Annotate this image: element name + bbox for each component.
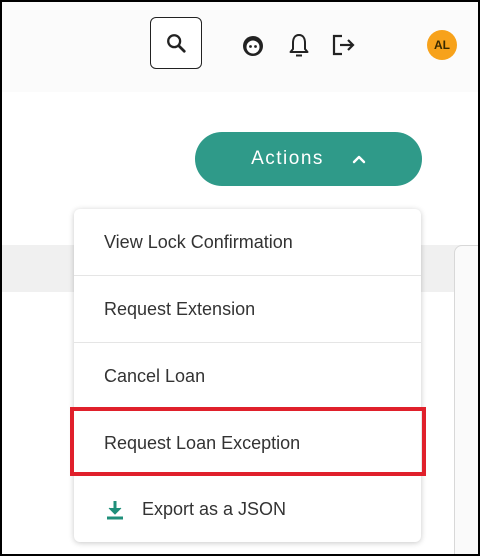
chevron-up-icon — [352, 155, 366, 164]
top-header: AL — [2, 2, 478, 93]
support-button[interactable] — [238, 30, 268, 60]
user-avatar[interactable]: AL — [427, 30, 457, 60]
menu-item-label: View Lock Confirmation — [104, 231, 293, 252]
menu-item-export-json[interactable]: Export as a JSON — [74, 476, 421, 543]
menu-item-cancel-loan[interactable]: Cancel Loan — [74, 343, 421, 410]
logout-icon — [332, 34, 355, 56]
support-face-icon — [243, 36, 263, 56]
actions-menu: View Lock Confirmation Request Extension… — [74, 209, 421, 542]
bell-icon — [289, 34, 309, 57]
menu-item-label: Cancel Loan — [104, 366, 206, 386]
menu-item-request-extension[interactable]: Request Extension — [74, 276, 421, 343]
search-button[interactable] — [150, 17, 202, 69]
actions-button[interactable]: Actions — [195, 132, 422, 186]
logout-button[interactable] — [328, 30, 360, 60]
menu-item-view-lock-confirmation[interactable]: View Lock Confirmation — [74, 209, 421, 276]
menu-item-label: Export as a JSON — [142, 499, 287, 519]
actions-label: Actions — [251, 148, 324, 169]
side-panel — [454, 245, 478, 554]
app-window: AL Actions View Lock Confirmation Reques… — [2, 2, 478, 554]
search-icon — [167, 34, 186, 53]
menu-item-label: Request Extension — [104, 298, 256, 319]
download-icon — [107, 500, 123, 519]
menu-item-label: Request Loan Exception — [104, 433, 301, 453]
notifications-button[interactable] — [284, 30, 314, 60]
menu-item-request-loan-exception[interactable]: Request Loan Exception — [74, 410, 421, 477]
